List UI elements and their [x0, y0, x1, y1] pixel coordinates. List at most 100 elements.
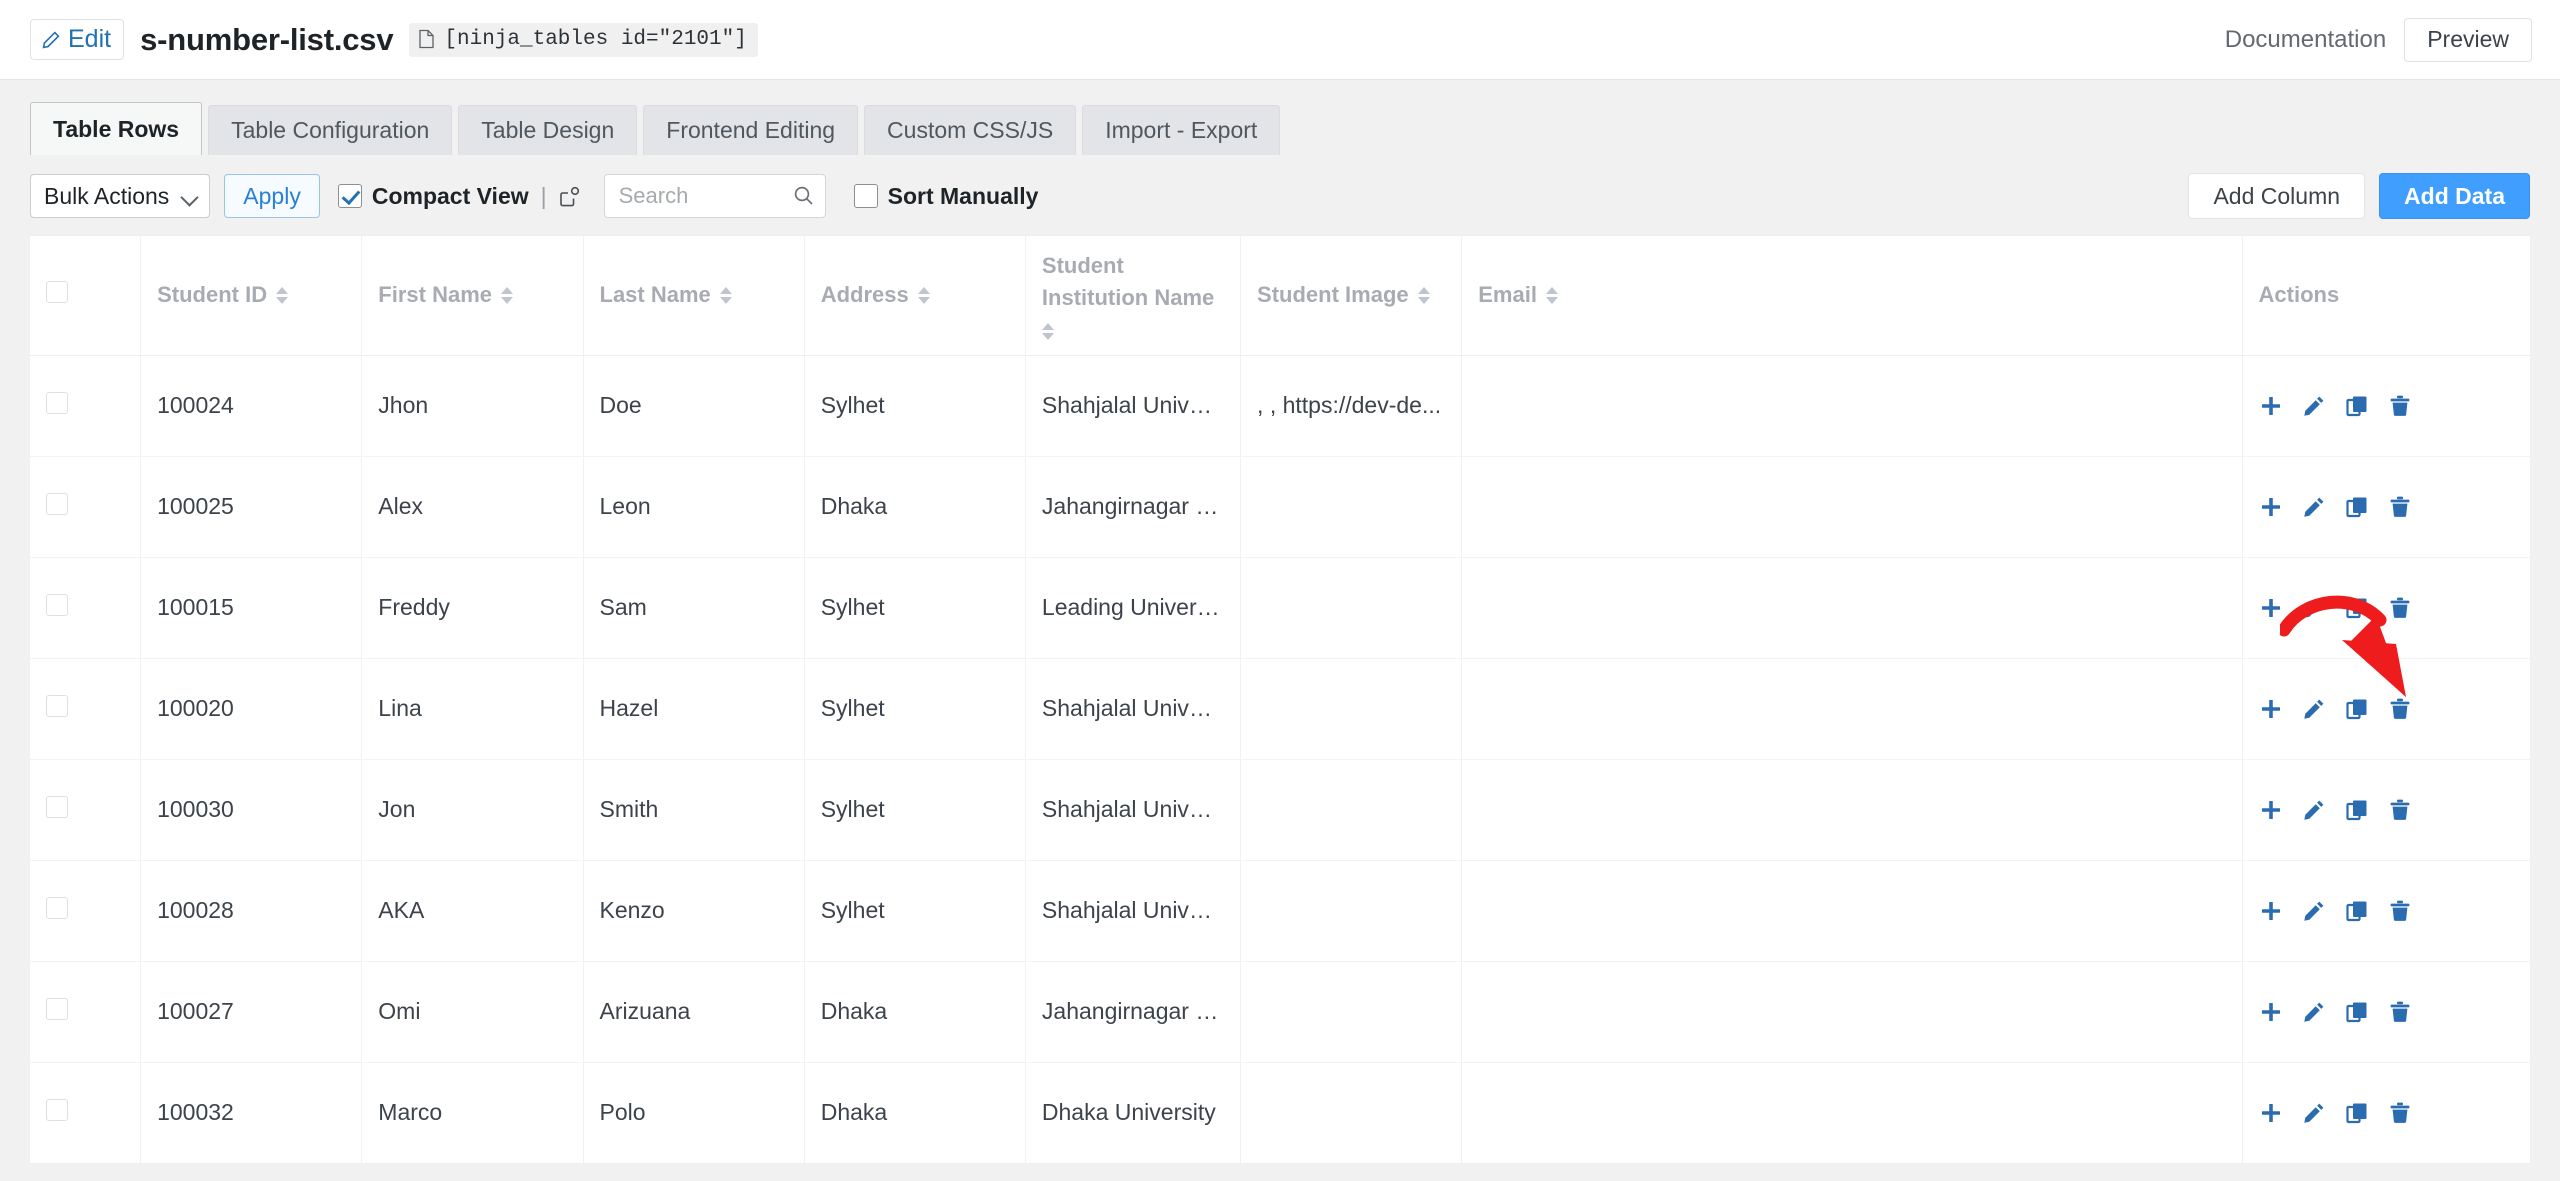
- add-data-button[interactable]: Add Data: [2379, 173, 2530, 219]
- row-checkbox[interactable]: [46, 391, 68, 414]
- cell-last-name: Sam: [583, 557, 805, 659]
- duplicate-row-icon[interactable]: [2345, 1101, 2369, 1125]
- column-header-inner: Last Name: [600, 279, 732, 311]
- row-checkbox[interactable]: [46, 896, 68, 919]
- sort-toggle-student-image[interactable]: [1417, 286, 1430, 304]
- documentation-link[interactable]: Documentation: [2225, 26, 2386, 54]
- sort-toggle-email[interactable]: [1545, 286, 1558, 304]
- select-all-checkbox[interactable]: [46, 281, 68, 304]
- row-checkbox[interactable]: [46, 593, 68, 616]
- add-row-icon[interactable]: [2259, 798, 2283, 822]
- edit-row-icon[interactable]: [2302, 1000, 2326, 1024]
- compact-view-checkbox[interactable]: [337, 184, 362, 208]
- bulk-actions-select-top[interactable]: Bulk Actions: [30, 174, 211, 218]
- row-actions: [2259, 899, 2514, 923]
- top-bar: Edit s-number-list.csv [ninja_tables id=…: [0, 0, 2560, 80]
- tab-table-rows[interactable]: Table Rows: [30, 102, 203, 155]
- cell-institution: Shahjalal Universi...: [1025, 860, 1242, 962]
- cell-institution: Jahangirnagar Uni...: [1025, 456, 1242, 558]
- compact-view-label: Compact View: [371, 182, 529, 209]
- pencil-icon: [41, 30, 61, 50]
- row-checkbox[interactable]: [46, 997, 68, 1020]
- duplicate-row-icon[interactable]: [2345, 697, 2369, 721]
- column-header-last-name: Last Name: [583, 236, 805, 356]
- sort-toggle-student-id[interactable]: [276, 286, 289, 304]
- delete-row-icon[interactable]: [2388, 495, 2412, 519]
- cell-student-image: [1240, 759, 1463, 861]
- edit-row-icon[interactable]: [2302, 495, 2326, 519]
- cell-institution: Jahangirnagar Uni...: [1025, 961, 1242, 1063]
- delete-row-icon[interactable]: [2388, 697, 2412, 721]
- delete-row-icon[interactable]: [2388, 1101, 2412, 1125]
- edit-row-icon[interactable]: [2302, 697, 2326, 721]
- row-actions: [2259, 394, 2514, 418]
- delete-row-icon[interactable]: [2388, 899, 2412, 923]
- edit-row-icon[interactable]: [2302, 899, 2326, 923]
- column-header-label: Address: [820, 282, 909, 308]
- tab-table-configuration[interactable]: Table Configuration: [208, 105, 453, 155]
- row-checkbox[interactable]: [46, 795, 68, 818]
- edit-row-icon[interactable]: [2302, 1101, 2326, 1125]
- duplicate-row-icon[interactable]: [2345, 394, 2369, 418]
- add-row-icon[interactable]: [2259, 899, 2283, 923]
- sort-toggle-address[interactable]: [917, 286, 930, 304]
- row-checkbox[interactable]: [46, 694, 68, 717]
- delete-row-icon[interactable]: [2388, 596, 2412, 620]
- tab-table-design[interactable]: Table Design: [458, 105, 638, 155]
- add-row-icon[interactable]: [2259, 1101, 2283, 1125]
- delete-row-icon[interactable]: [2388, 798, 2412, 822]
- tab-label: Table Rows: [53, 115, 180, 142]
- cell-student-image: [1240, 557, 1463, 659]
- tab-frontend-editing[interactable]: Frontend Editing: [643, 105, 859, 155]
- column-header-student-id: Student ID: [140, 236, 363, 356]
- tab-custom-css-js[interactable]: Custom CSS/JS: [864, 105, 1077, 155]
- sort-toggle-institution[interactable]: [1041, 323, 1054, 341]
- table-row: 100020 Lina Hazel Sylhet Shahjalal Universi.…: [30, 658, 2530, 760]
- row-select-cell: [30, 759, 142, 861]
- search-box[interactable]: [603, 174, 826, 218]
- add-row-icon[interactable]: [2259, 697, 2283, 721]
- page-title: s-number-list.csv: [140, 21, 394, 57]
- column-header-inner: Actions: [2259, 279, 2340, 311]
- column-header-student-image: Student Image: [1240, 236, 1463, 356]
- add-row-icon[interactable]: [2259, 495, 2283, 519]
- edit-row-icon[interactable]: [2302, 596, 2326, 620]
- sort-manually-toggle[interactable]: Sort Manually: [853, 182, 1039, 210]
- duplicate-row-icon[interactable]: [2345, 1000, 2369, 1024]
- external-link-icon[interactable]: [559, 186, 580, 207]
- duplicate-row-icon[interactable]: [2345, 495, 2369, 519]
- sort-manually-checkbox[interactable]: [853, 184, 878, 208]
- apply-button-top[interactable]: Apply: [224, 174, 320, 218]
- edit-row-icon[interactable]: [2302, 394, 2326, 418]
- shortcode-box[interactable]: [ninja_tables id="2101"]: [409, 22, 758, 57]
- row-checkbox[interactable]: [46, 1098, 68, 1121]
- add-row-icon[interactable]: [2259, 1000, 2283, 1024]
- row-actions-cell: [2242, 456, 2530, 558]
- add-row-icon[interactable]: [2259, 596, 2283, 620]
- column-header-label: Student Institution Name: [1041, 253, 1215, 311]
- cell-address: Dhaka: [804, 456, 1026, 558]
- compact-view-toggle[interactable]: Compact View |: [337, 182, 580, 210]
- delete-row-icon[interactable]: [2388, 1000, 2412, 1024]
- duplicate-row-icon[interactable]: [2345, 798, 2369, 822]
- preview-button[interactable]: Preview: [2404, 17, 2532, 62]
- cell-institution: Leading University: [1025, 557, 1242, 659]
- sort-toggle-first-name[interactable]: [501, 286, 514, 304]
- row-checkbox[interactable]: [46, 492, 68, 515]
- tab-import-export[interactable]: Import - Export: [1082, 105, 1281, 155]
- sort-toggle-last-name[interactable]: [719, 286, 732, 304]
- cell-student-id: 100015: [140, 557, 363, 659]
- ninja-tables-app: Edit s-number-list.csv [ninja_tables id=…: [0, 0, 2560, 1181]
- duplicate-row-icon[interactable]: [2345, 899, 2369, 923]
- add-column-button[interactable]: Add Column: [2188, 173, 2366, 219]
- duplicate-row-icon[interactable]: [2345, 596, 2369, 620]
- add-row-icon[interactable]: [2259, 394, 2283, 418]
- edit-button[interactable]: Edit: [30, 19, 125, 60]
- cell-student-image: , , https://dev-de...: [1240, 355, 1463, 457]
- delete-row-icon[interactable]: [2388, 394, 2412, 418]
- column-header-inner: Email: [1478, 279, 1558, 311]
- search-input[interactable]: [603, 174, 826, 218]
- cell-last-name: Kenzo: [583, 860, 805, 962]
- sort-manually-label: Sort Manually: [887, 182, 1039, 209]
- edit-row-icon[interactable]: [2302, 798, 2326, 822]
